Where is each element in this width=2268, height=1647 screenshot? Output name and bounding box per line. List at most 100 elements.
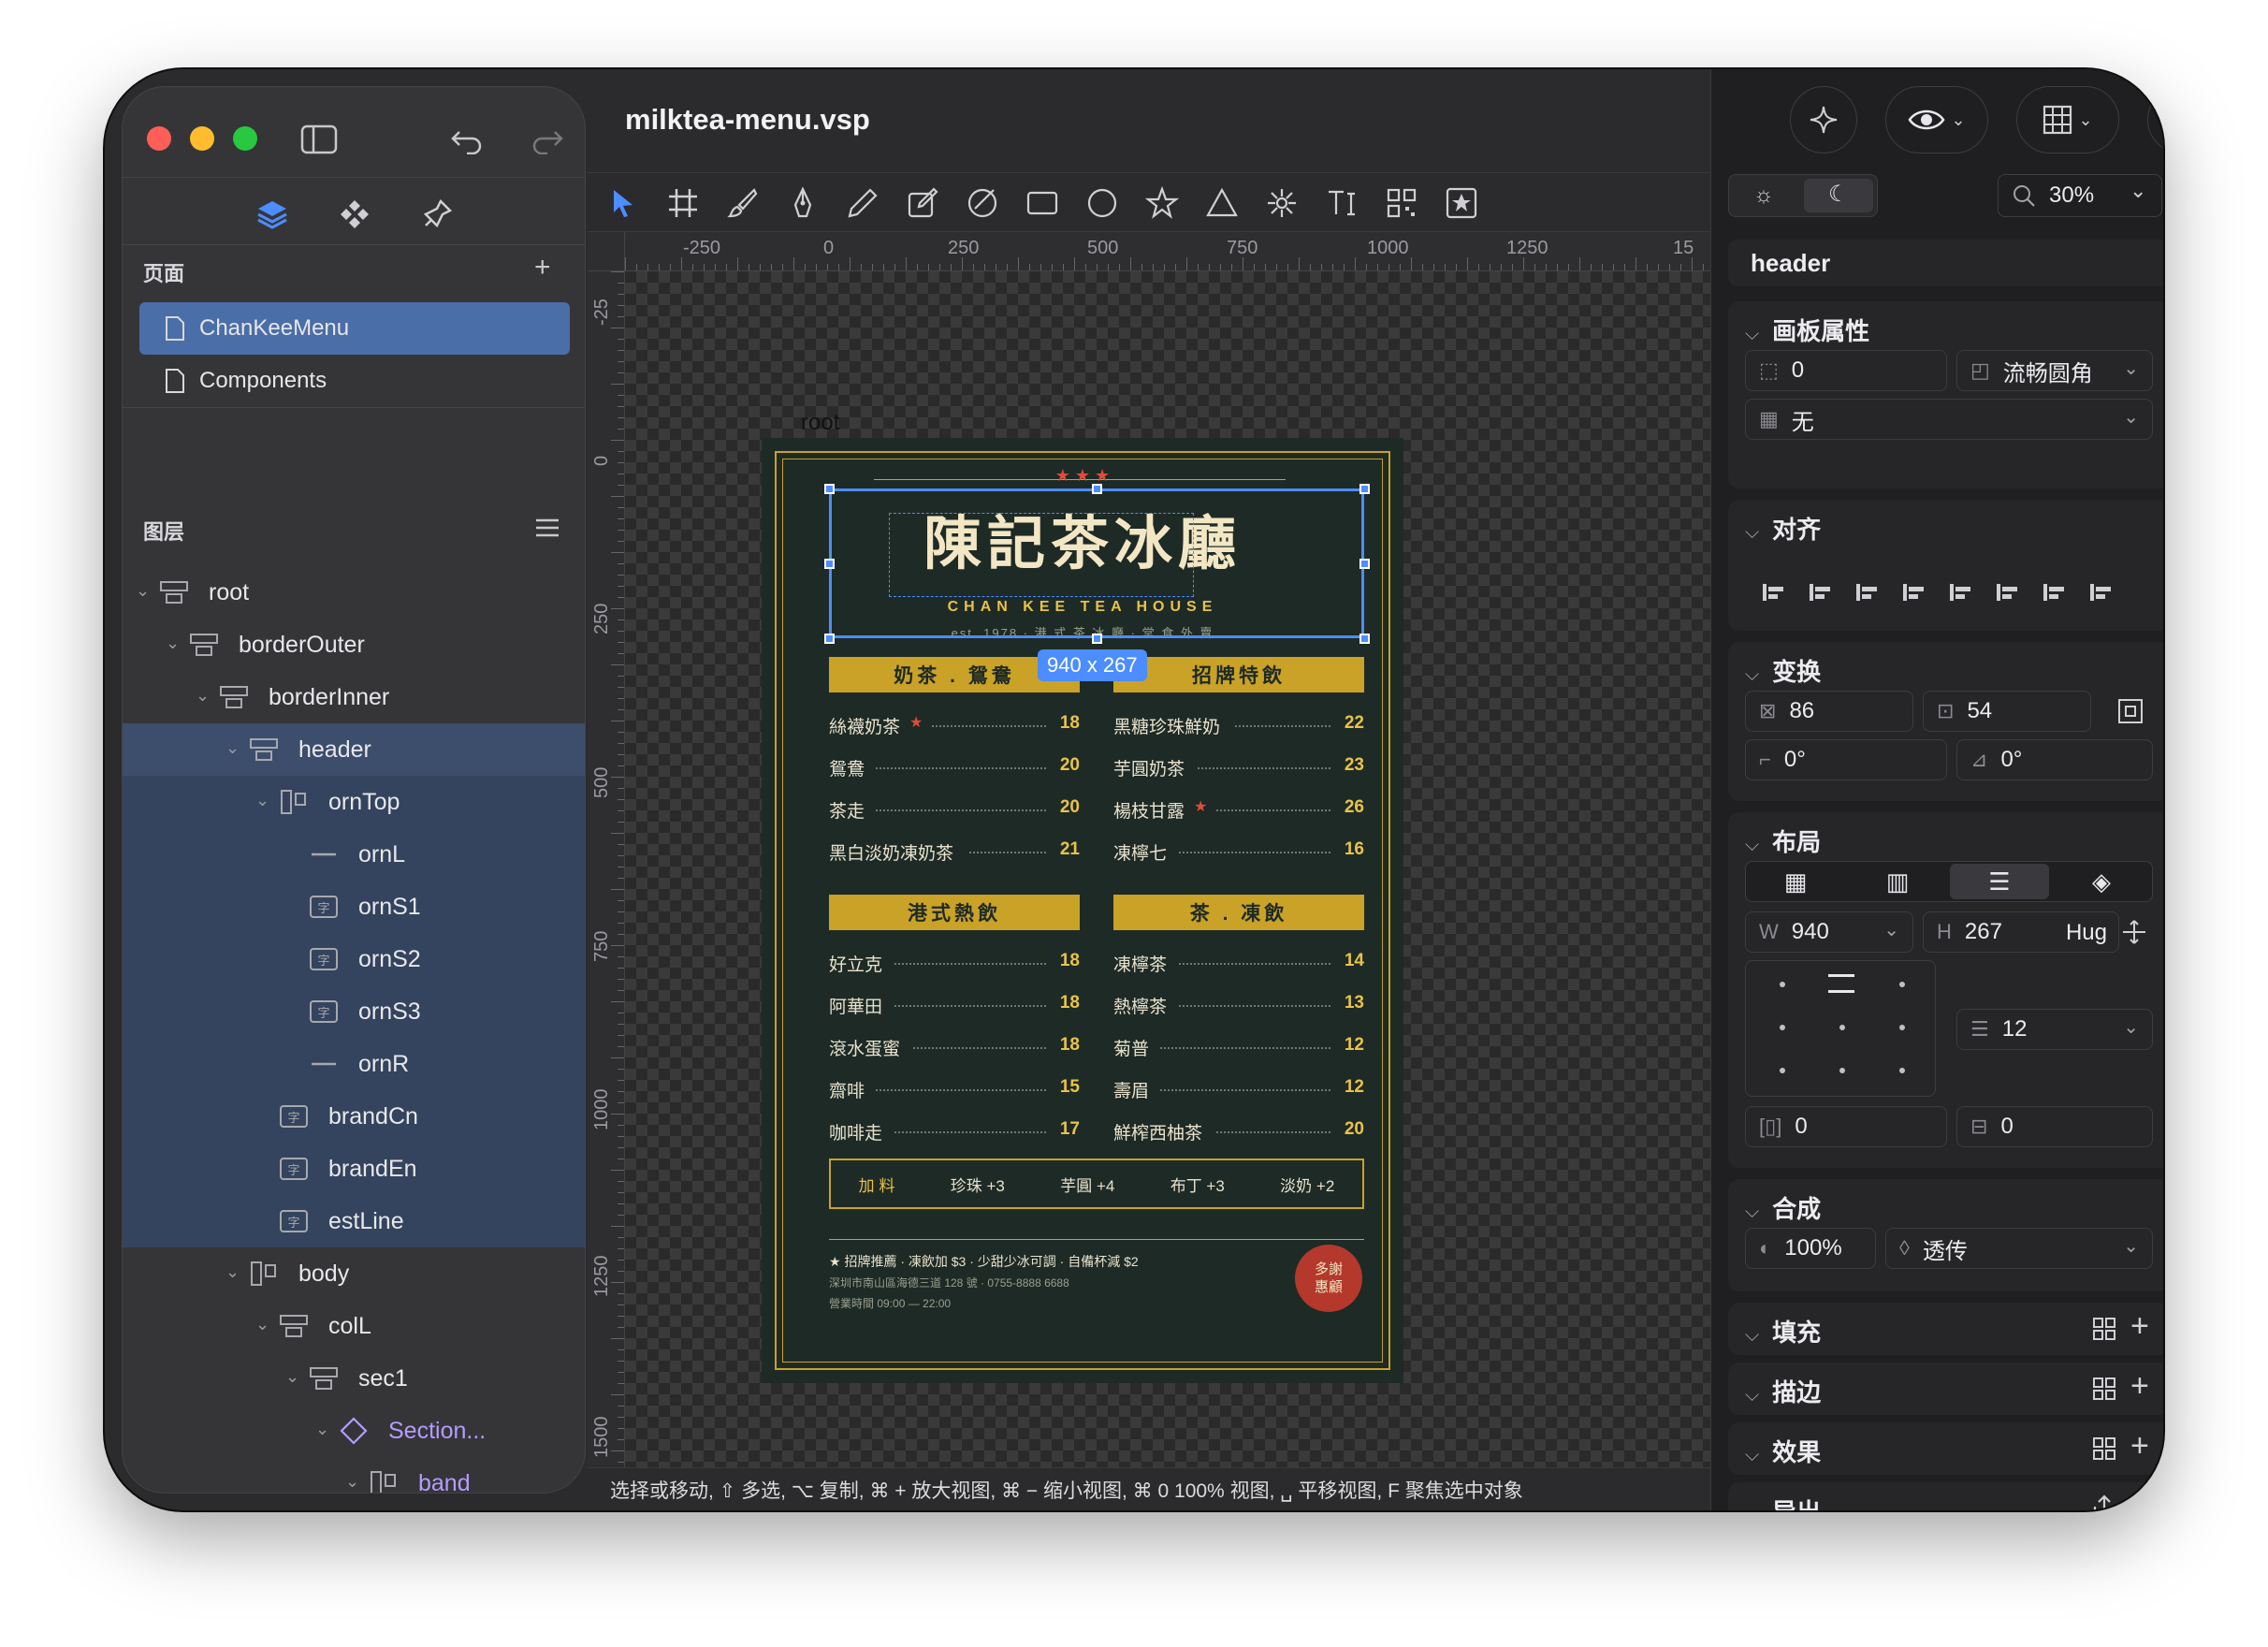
- align-vcenter-icon[interactable]: [1947, 578, 1975, 611]
- layer-row[interactable]: ⌄ borderInner: [123, 671, 585, 723]
- close-window-button[interactable]: [147, 126, 171, 151]
- vector-edit-tool-icon[interactable]: [966, 186, 999, 220]
- pen-tool-icon[interactable]: [786, 186, 820, 220]
- chevron-down-icon[interactable]: ⌄: [166, 634, 184, 652]
- theme-toggle[interactable]: ☼ ☾: [1728, 174, 1878, 217]
- ai-button[interactable]: [1790, 86, 1857, 153]
- layer-row[interactable]: ⌄ header: [123, 723, 585, 776]
- qr-tool-icon[interactable]: [1385, 186, 1418, 220]
- section-header[interactable]: ⌵ 对齐: [1745, 511, 1821, 546]
- chevron-down-icon[interactable]: ⌵: [1745, 1445, 1759, 1465]
- field-position-x[interactable]: ⊠ 86: [1745, 691, 1913, 732]
- section-header[interactable]: ⌵ 导出: [1745, 1494, 1821, 1510]
- chevron-down-icon[interactable]: ⌄: [255, 791, 274, 809]
- section-header[interactable]: ⌵ 布局: [1745, 824, 1821, 858]
- field-rotation[interactable]: ⌐ 0°: [1745, 739, 1947, 780]
- inspector-toggle-button[interactable]: [2147, 86, 2163, 153]
- sidebar-toggle-icon[interactable]: [300, 124, 338, 154]
- canvas[interactable]: root ★ ★ ★ 陳記茶冰廳 CHAN KEE TEA HOUSE est. 19…: [625, 271, 1710, 1482]
- resize-handle[interactable]: [1359, 484, 1370, 494]
- layer-row[interactable]: 字 ornS3: [123, 985, 585, 1038]
- rectangle-tool-icon[interactable]: [1025, 186, 1059, 220]
- layout-rows-icon[interactable]: ☰: [1950, 864, 2049, 899]
- align-hcenter-icon[interactable]: [1807, 578, 1835, 611]
- section-header[interactable]: ⌵ 填充: [1745, 1314, 1821, 1348]
- layer-row[interactable]: 字 ornS1: [123, 881, 585, 933]
- minimize-window-button[interactable]: [190, 126, 214, 151]
- field-opacity[interactable]: ◐ 100%: [1745, 1228, 1876, 1269]
- chevron-down-icon[interactable]: ⌄: [2130, 179, 2146, 203]
- redo-icon[interactable]: [531, 124, 564, 154]
- chevron-down-icon[interactable]: ⌵: [1745, 1325, 1759, 1346]
- layer-row[interactable]: ⌄ colL: [123, 1300, 585, 1352]
- zoom-window-button[interactable]: [233, 126, 257, 151]
- field-padding-vertical[interactable]: ⊟ 0: [1956, 1106, 2153, 1147]
- alignment-dot[interactable]: [1780, 982, 1785, 987]
- styles-grid-icon[interactable]: [2091, 1316, 2117, 1347]
- chevron-down-icon[interactable]: ⌄: [225, 738, 244, 757]
- layer-row[interactable]: ⌄ sec1: [123, 1352, 585, 1405]
- alignment-dot[interactable]: [1780, 1025, 1785, 1030]
- layer-row[interactable]: 字 brandCn: [123, 1090, 585, 1143]
- layout-mode-toggle[interactable]: ▦ ▥ ☰ ◈: [1745, 861, 2153, 902]
- chevron-down-icon[interactable]: ⌄: [225, 1262, 244, 1281]
- field-corner-style[interactable]: ◰ 流畅圆角 ⌄: [1956, 350, 2153, 391]
- align-top-icon[interactable]: [1900, 578, 1928, 611]
- resize-handle[interactable]: [1092, 484, 1102, 494]
- field-corner-radius[interactable]: ⬚ 0: [1745, 350, 1947, 391]
- moon-icon[interactable]: ☾: [1828, 181, 1849, 208]
- resize-handle[interactable]: [824, 484, 835, 494]
- chevron-down-icon[interactable]: ⌄: [196, 686, 214, 705]
- field-blend-mode[interactable]: ◊ 透传 ⌄: [1885, 1228, 2153, 1269]
- layer-row[interactable]: ⌄ Section...: [123, 1405, 585, 1457]
- add-export-icon[interactable]: +: [2130, 1488, 2149, 1510]
- align-bottom-icon[interactable]: [1994, 578, 2022, 611]
- layer-row[interactable]: ⌄ borderOuter: [123, 619, 585, 671]
- layer-row[interactable]: ⌄ root: [123, 566, 585, 619]
- sun-icon[interactable]: ☼: [1753, 182, 1774, 209]
- chevron-down-icon[interactable]: ⌵: [1745, 1202, 1759, 1222]
- page-item[interactable]: ChanKeeMenu: [139, 302, 570, 355]
- add-stroke-icon[interactable]: +: [2130, 1368, 2149, 1405]
- ellipse-tool-icon[interactable]: [1085, 186, 1119, 220]
- align-right-icon[interactable]: [1854, 578, 1882, 611]
- section-header[interactable]: ⌵ 变换: [1745, 653, 1821, 688]
- share-icon[interactable]: [2091, 1494, 2117, 1510]
- layer-row[interactable]: ⌄ band: [123, 1457, 585, 1493]
- styles-grid-icon[interactable]: [2091, 1376, 2117, 1407]
- edit-shape-tool-icon[interactable]: [906, 186, 939, 220]
- field-padding-horizontal[interactable]: [▯] 0: [1745, 1106, 1947, 1147]
- chevron-down-icon[interactable]: ⌄: [255, 1315, 274, 1334]
- resize-handle[interactable]: [1359, 634, 1370, 644]
- chevron-down-icon[interactable]: ⌵: [1745, 324, 1759, 344]
- page-item[interactable]: Components: [139, 355, 570, 407]
- layer-row[interactable]: ⌄ ornTop: [123, 776, 585, 828]
- grid-button[interactable]: ⌄: [2016, 86, 2119, 153]
- chevron-down-icon[interactable]: ⌵: [1745, 522, 1759, 543]
- section-header[interactable]: ⌵ 画板属性: [1745, 313, 1869, 347]
- section-header[interactable]: ⌵ 合成: [1745, 1190, 1821, 1225]
- chevron-down-icon[interactable]: ⌄: [345, 1472, 364, 1491]
- polygon-tool-icon[interactable]: [1205, 186, 1239, 220]
- resize-handle[interactable]: [1359, 559, 1370, 569]
- resize-handle[interactable]: [824, 559, 835, 569]
- chevron-down-icon[interactable]: ⌵: [1745, 835, 1759, 855]
- undo-icon[interactable]: [450, 124, 484, 154]
- section-header[interactable]: ⌵ 描边: [1745, 1374, 1821, 1408]
- assets-tab-icon[interactable]: [420, 197, 454, 231]
- chevron-down-icon[interactable]: ⌵: [1745, 1505, 1759, 1510]
- layer-row[interactable]: ⌄ body: [123, 1247, 585, 1300]
- alignment-dot[interactable]: [1839, 1068, 1845, 1073]
- layer-row[interactable]: ornR: [123, 1038, 585, 1090]
- alignment-dot[interactable]: [1780, 1068, 1785, 1073]
- layout-columns-icon[interactable]: ▥: [1848, 864, 1947, 899]
- section-header[interactable]: ⌵ 效果: [1745, 1434, 1821, 1468]
- alignment-dot[interactable]: [1899, 1025, 1905, 1030]
- chevron-down-icon[interactable]: ⌄: [2123, 1234, 2139, 1258]
- layer-row[interactable]: ornL: [123, 828, 585, 881]
- alignment-dot[interactable]: [1899, 982, 1905, 987]
- fit-icon[interactable]: [2115, 696, 2145, 731]
- star-tool-icon[interactable]: [1145, 186, 1179, 220]
- distribute-h-icon[interactable]: [2041, 578, 2069, 611]
- chevron-down-icon[interactable]: ⌄: [1883, 918, 1899, 941]
